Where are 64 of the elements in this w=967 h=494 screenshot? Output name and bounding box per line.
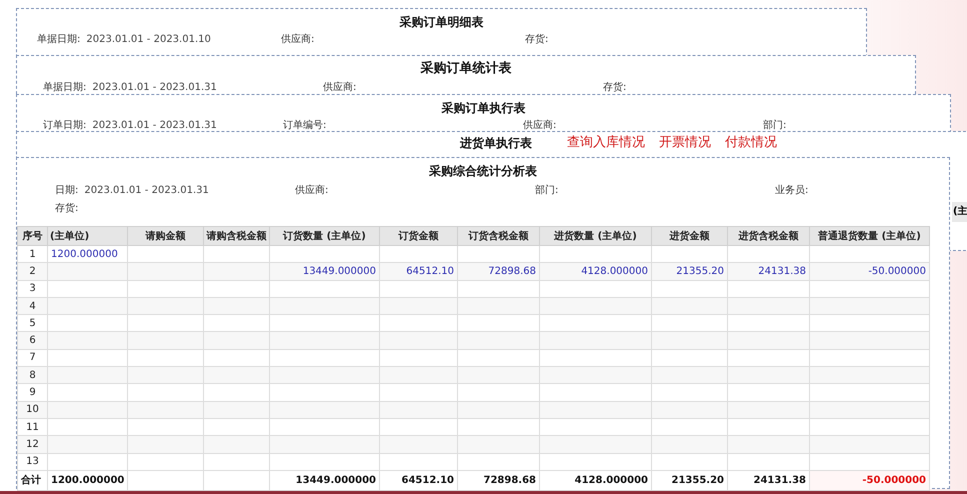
filter-label: 供应商: [295, 184, 328, 197]
filter-label: 存货: [603, 81, 626, 94]
report-title: 采购订单统计表 [420, 61, 512, 77]
filter-value: 2023.01.01 - 2023.01.10 [86, 33, 211, 46]
table-cell: 9 [18, 384, 48, 402]
column-header: 进货数量 (主单位) [540, 226, 652, 246]
table-cell: 64512.10 [380, 262, 458, 280]
report-title: 进货单执行表 [460, 135, 532, 151]
table-cell: 3 [18, 280, 48, 298]
table-cell: 4 [18, 297, 48, 315]
table-cell: 4128.000000 [540, 262, 652, 280]
total-cell: 4128.000000 [540, 470, 652, 490]
total-cell: 24131.38 [728, 470, 810, 490]
table-cell: 10 [18, 401, 48, 418]
column-header: 进货金额 [652, 226, 728, 246]
column-header: 订货含税金额 [458, 226, 540, 246]
filter-label: 存货: [55, 202, 78, 215]
filter-label: 部门: [763, 119, 786, 132]
table-cell: 8 [18, 366, 48, 384]
filter-label: 单据日期: [43, 81, 86, 94]
total-cell: 64512.10 [380, 470, 458, 490]
filter-label: 单据日期: [37, 33, 80, 46]
filter-label: 供应商: [281, 33, 314, 46]
report-link[interactable]: 查询入库情况 [567, 135, 645, 151]
column-header: 进货含税金额 [728, 226, 810, 246]
column-header: 请购含税金额 [204, 226, 270, 246]
table-cell: 6 [18, 332, 48, 350]
filter-value: 2023.01.01 - 2023.01.31 [84, 184, 209, 197]
column-header: (主 [952, 202, 967, 222]
filter-label: 存货: [525, 33, 548, 46]
column-header: 订货数量 (主单位) [270, 226, 380, 246]
column-header: (主单位) [48, 226, 128, 246]
total-cell: 13449.000000 [270, 470, 380, 490]
report-link[interactable]: 开票情况 [659, 135, 711, 151]
filter-value: 2023.01.01 - 2023.01.31 [92, 81, 217, 94]
table-cell: 13449.000000 [270, 262, 380, 280]
total-cell: 72898.68 [458, 470, 540, 490]
report-title: 采购订单执行表 [442, 100, 526, 116]
total-cell: 合计 [18, 470, 48, 490]
filter-label: 部门: [535, 184, 558, 197]
table-cell: -50.000000 [810, 262, 930, 280]
column-header: 普通退货数量 (主单位) [810, 226, 930, 246]
filter-label: 订单编号: [283, 119, 326, 132]
filter-label: 供应商: [523, 119, 556, 132]
table-cell: 72898.68 [458, 262, 540, 280]
filter-label: 供应商: [323, 81, 356, 94]
report-link[interactable]: 付款情况 [725, 135, 777, 151]
table-cell: 21355.20 [652, 262, 728, 280]
filter-label: 订单日期: [43, 119, 86, 132]
report-title: 采购综合统计分析表 [429, 163, 537, 179]
total-cell: -50.000000 [810, 470, 930, 490]
column-header: 请购金额 [128, 226, 204, 246]
total-cell: 1200.000000 [48, 470, 128, 490]
table-cell: 2 [18, 262, 48, 280]
table-cell: 13 [18, 453, 48, 470]
column-header: 序号 [18, 226, 48, 246]
filter-value: 2023.01.01 - 2023.01.31 [92, 119, 217, 132]
filter-label: 日期: [55, 184, 78, 197]
table-cell: 24131.38 [728, 262, 810, 280]
column-header: 订货金额 [380, 226, 458, 246]
table-cell: 12 [18, 436, 48, 454]
filter-label: 业务员: [775, 184, 808, 197]
report-title: 采购订单明细表 [400, 14, 484, 30]
total-cell: 21355.20 [652, 470, 728, 490]
